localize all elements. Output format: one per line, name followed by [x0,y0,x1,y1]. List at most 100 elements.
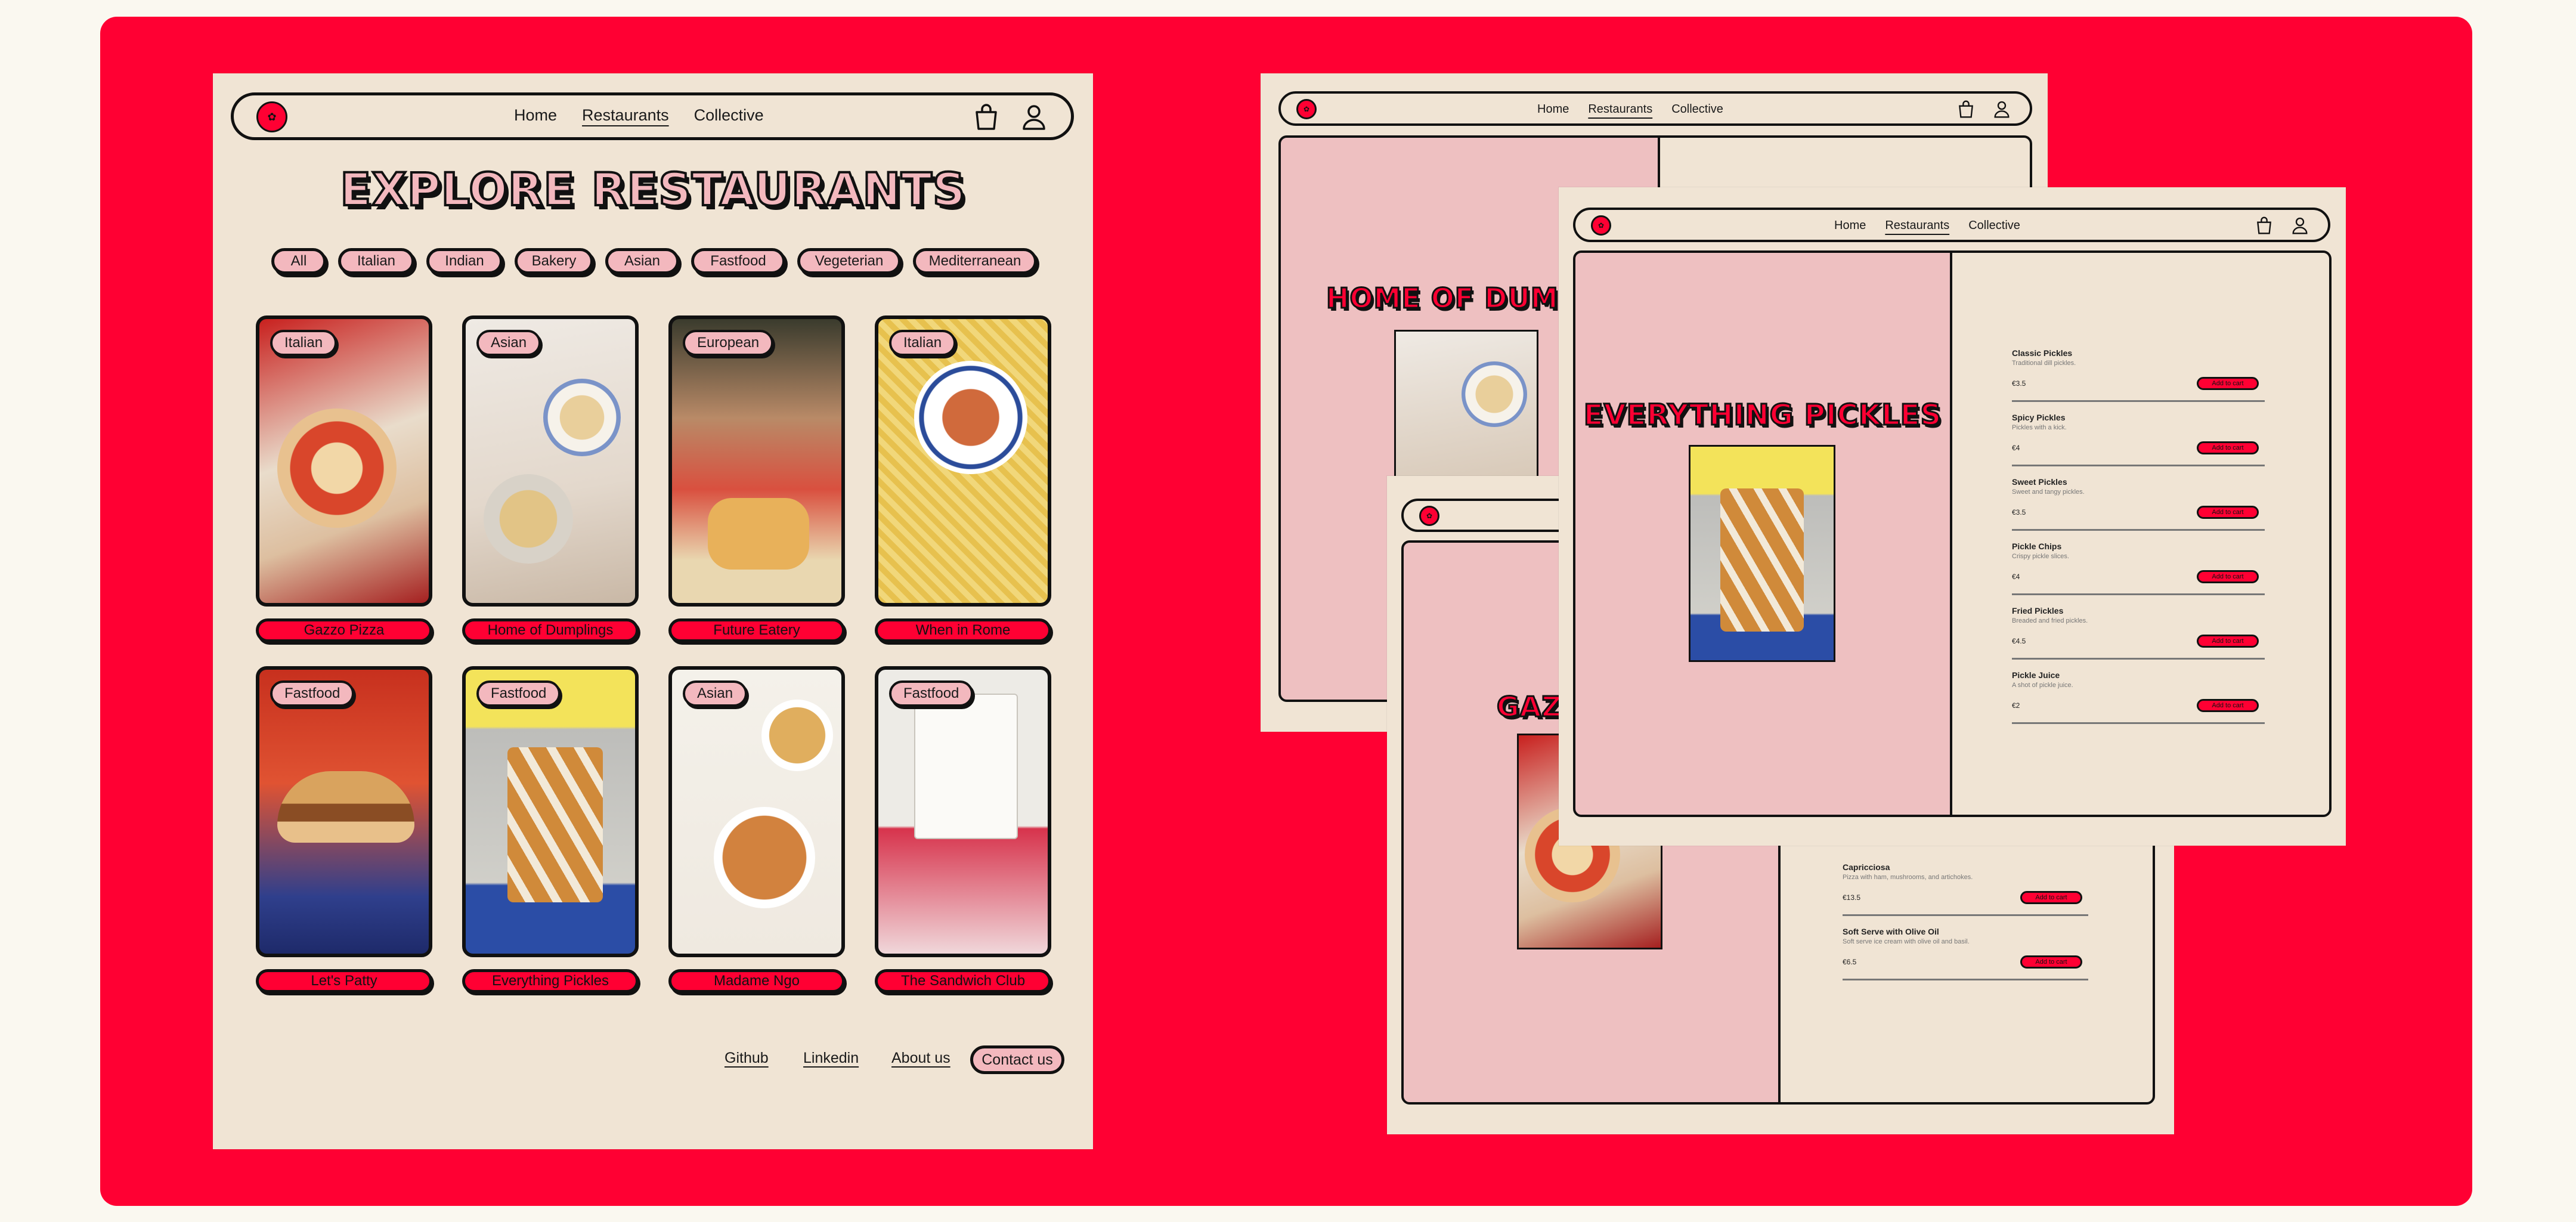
menu-item-price: €4 [2012,444,2020,452]
menu-item-name: Capricciosa [1843,862,1890,872]
menu-item-name: Fried Pickles [2012,606,2064,615]
brand-logo[interactable]: ✿ [256,101,287,132]
brand-logo[interactable]: ✿ [1296,99,1317,119]
menu-item-price: €2 [2012,701,2020,710]
add-to-cart-button[interactable]: Add to cart [2197,699,2259,712]
menu-item-description: Sweet and tangy pickles. [2012,488,2085,496]
nav-collective-link[interactable]: Collective [1968,219,2020,233]
menu-item-description: Pizza with ham, mushrooms, and artichoke… [1843,874,1973,881]
footer-about-link[interactable]: About us [891,1050,950,1067]
cuisine-tag: Asian [683,680,748,707]
nav-collective-link[interactable]: Collective [1671,103,1723,116]
menu-item-description: Pickles with a kick. [2012,424,2067,431]
restaurant-card-when-in-rome[interactable]: Italian [875,315,1051,607]
menu-item-name: Soft Serve with Olive Oil [1843,927,1939,936]
restaurant-card-madame-ngo[interactable]: Asian [668,666,845,957]
restaurant-name-label[interactable]: Everything Pickles [462,969,639,993]
menu-item-description: Soft serve ice cream with olive oil and … [1843,938,1970,945]
cuisine-tag: Fastfood [889,680,974,707]
shopping-bag-icon[interactable] [973,103,999,131]
explore-page-mockup: ✿ Home Restaurants Collective EXPLORE RE… [213,73,1093,1149]
user-icon[interactable] [2291,216,2309,235]
pickles-page-mockup: ✿ Home Restaurants Collective EVERYTHING… [1559,187,2346,846]
add-to-cart-button[interactable]: Add to cart [2197,635,2259,648]
cuisine-tag: Italian [889,330,956,356]
filter-chip-fastfood[interactable]: Fastfood [691,248,785,274]
restaurant-card-future-eatery[interactable]: European [668,315,845,607]
restaurant-card-gazzo-pizza[interactable]: Italian [256,315,432,607]
menu-item-price: €4.5 [2012,637,2026,645]
menu-item-name: Sweet Pickles [2012,477,2067,487]
filter-chip-all[interactable]: All [271,248,326,274]
menu-item: Sweet Pickles Sweet and tangy pickles. €… [2012,477,2265,531]
menu-item-description: Breaded and fried pickles. [2012,617,2088,624]
footer-github-link[interactable]: Github [724,1050,769,1067]
menu-item: Spicy Pickles Pickles with a kick. €4 Ad… [2012,413,2265,466]
brand-logo[interactable]: ✿ [1419,506,1439,526]
restaurant-name-label[interactable]: Madame Ngo [668,969,845,993]
menu-item: Classic Pickles Traditional dill pickles… [2012,348,2265,402]
menu-item: Fried Pickles Breaded and fried pickles.… [2012,606,2265,660]
filter-chip-italian[interactable]: Italian [338,248,414,274]
restaurant-name-label[interactable]: Gazzo Pizza [256,618,432,642]
menu-item: Soft Serve with Olive Oil Soft serve ice… [1843,927,2088,980]
menu-item-name: Spicy Pickles [2012,413,2066,422]
restaurant-name-label[interactable]: When in Rome [875,618,1051,642]
cuisine-tag: Fastfood [476,680,561,707]
nav-restaurants-link[interactable]: Restaurants [1885,219,1949,233]
nav-home-link[interactable]: Home [514,106,557,125]
brand-logo[interactable]: ✿ [1591,215,1611,236]
restaurant-card-home-of-dumplings[interactable]: Asian [462,315,639,607]
shopping-bag-icon[interactable] [1957,100,1975,119]
nav-home-link[interactable]: Home [1537,103,1569,116]
restaurant-card-the-sandwich-club[interactable]: Fastfood [875,666,1051,957]
add-to-cart-button[interactable]: Add to cart [2020,891,2082,904]
restaurant-card-lets-patty[interactable]: Fastfood [256,666,432,957]
filter-chip-mediterranean[interactable]: Mediterranean [913,248,1037,274]
filter-chip-asian[interactable]: Asian [605,248,679,274]
user-icon[interactable] [1993,100,2011,119]
add-to-cart-button[interactable]: Add to cart [2197,377,2259,390]
menu-item-description: A shot of pickle juice. [2012,682,2073,689]
cuisine-tag: Italian [270,330,338,356]
add-to-cart-button[interactable]: Add to cart [2197,570,2259,583]
menu-item-description: Traditional dill pickles. [2012,360,2076,367]
contact-us-button[interactable]: Contact us [970,1045,1064,1074]
restaurant-photo [1394,330,1538,479]
top-navbar: ✿ Home Restaurants Collective [231,92,1074,140]
filter-chip-indian[interactable]: Indian [426,248,503,274]
top-navbar: ✿ Home Restaurants Collective [1278,91,2032,126]
nav-restaurants-link[interactable]: Restaurants [582,106,669,125]
page-title: EXPLORE RESTAURANTS [339,162,966,217]
nav-collective-link[interactable]: Collective [694,106,764,125]
menu-item-price: €3.5 [2012,379,2026,388]
restaurant-name-label[interactable]: Let's Patty [256,969,432,993]
restaurant-name-label[interactable]: The Sandwich Club [875,969,1051,993]
menu-item-price: €4 [2012,573,2020,581]
add-to-cart-button[interactable]: Add to cart [2197,506,2259,519]
cuisine-tag: European [683,330,774,356]
menu-item: Pickle Juice A shot of pickle juice. €2 … [2012,670,2265,724]
menu-item-price: €6.5 [1843,958,1857,966]
cuisine-tag: Asian [476,330,541,356]
menu-item-description: Crispy pickle slices. [2012,553,2069,560]
restaurant-card-everything-pickles[interactable]: Fastfood [462,666,639,957]
restaurant-name-label[interactable]: Home of Dumplings [462,618,639,642]
nav-home-link[interactable]: Home [1834,219,1866,233]
add-to-cart-button[interactable]: Add to cart [2197,441,2259,454]
restaurant-photo [1689,445,1835,662]
menu-item: Capricciosa Pizza with ham, mushrooms, a… [1843,862,2088,916]
filter-chip-vegeterian[interactable]: Vegeterian [797,248,901,274]
footer-linkedin-link[interactable]: Linkedin [803,1050,859,1067]
user-icon[interactable] [1021,103,1047,131]
restaurant-name-label[interactable]: Future Eatery [668,618,845,642]
restaurant-title: EVERYTHING PICKLES [1583,398,1942,433]
shopping-bag-icon[interactable] [2255,216,2273,235]
menu-item-name: Classic Pickles [2012,348,2073,358]
menu-panel [1950,250,2332,817]
menu-item-price: €13.5 [1843,893,1861,902]
add-to-cart-button[interactable]: Add to cart [2020,955,2082,969]
top-navbar: ✿ Home Restaurants Collective [1573,208,2330,242]
nav-restaurants-link[interactable]: Restaurants [1588,103,1652,116]
filter-chip-bakery[interactable]: Bakery [515,248,593,274]
